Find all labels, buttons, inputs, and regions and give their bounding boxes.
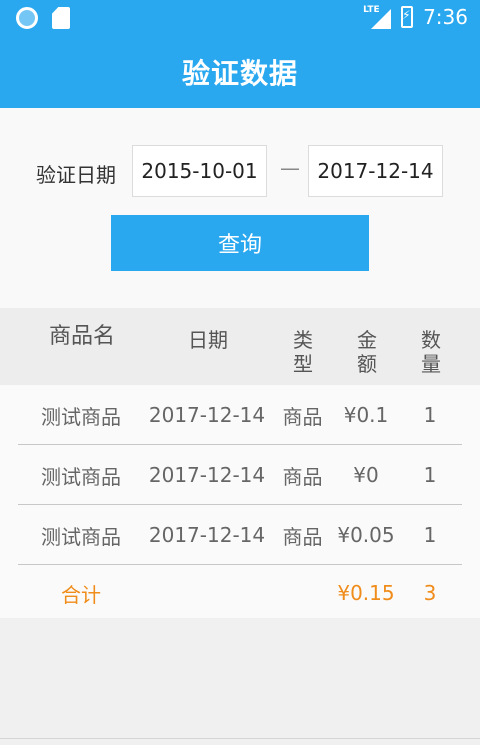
cell-quantity: 1 [423, 403, 437, 427]
table-body: 测试商品 2017-12-14 商品 ¥0.1 1 测试商品 2017-12-1… [0, 385, 480, 618]
total-row: 合计 ¥0.15 3 [0, 565, 480, 618]
cell-product-name: 测试商品 [41, 464, 121, 489]
table-row[interactable]: 测试商品 2017-12-14 商品 ¥0.05 1 [0, 505, 480, 565]
cell-type: 商品 [282, 404, 323, 429]
cell-date: 2017-12-14 [148, 523, 266, 547]
total-quantity: 3 [423, 581, 437, 605]
cell-date: 2017-12-14 [148, 463, 266, 487]
table-row[interactable]: 测试商品 2017-12-14 商品 ¥0.1 1 [0, 385, 480, 445]
status-time: 7:36 [423, 5, 468, 29]
bottom-nav-divider [0, 738, 480, 739]
status-left [16, 7, 70, 29]
page-title: 验证数据 [181, 57, 298, 90]
cell-type: 商品 [282, 464, 323, 489]
query-button[interactable]: 查询 [111, 215, 369, 271]
signal-bars-icon [371, 9, 392, 29]
table-row[interactable]: 测试商品 2017-12-14 商品 ¥0 1 [0, 445, 480, 505]
signal-icon: LTE [363, 5, 392, 29]
cell-date: 2017-12-14 [148, 403, 266, 427]
date-range-label: 验证日期 [36, 163, 116, 187]
table-header: 商品名 日期 类型 金额 数量 [0, 308, 480, 385]
cell-amount: ¥0.1 [343, 403, 389, 427]
verification-table: 商品名 日期 类型 金额 数量 测试商品 2017-12-14 商品 ¥0.1 … [0, 308, 480, 618]
cell-amount: ¥0 [353, 463, 379, 487]
header-amount: 金额 [357, 328, 377, 376]
cell-amount: ¥0.05 [337, 523, 395, 547]
total-label: 合计 [61, 582, 101, 607]
empty-area [0, 618, 480, 745]
notification-circle-icon [16, 7, 38, 29]
end-date-field[interactable]: 2017-12-14 [308, 145, 443, 197]
status-bar: LTE 7:36 [0, 0, 480, 36]
app-bar: 验证数据 [0, 36, 480, 108]
cell-quantity: 1 [423, 523, 437, 547]
date-separator: — [280, 156, 300, 180]
cell-type: 商品 [282, 524, 323, 549]
cell-product-name: 测试商品 [41, 404, 121, 429]
battery-charging-icon [401, 6, 414, 28]
header-product-name: 商品名 [48, 324, 115, 349]
status-right: LTE 7:36 [363, 5, 468, 29]
sd-card-icon [52, 7, 70, 29]
date-filter-panel [0, 108, 480, 308]
cell-quantity: 1 [423, 463, 437, 487]
total-amount: ¥0.15 [337, 581, 395, 605]
header-date: 日期 [188, 328, 228, 352]
header-quantity: 数量 [421, 328, 441, 376]
header-type: 类型 [293, 328, 313, 376]
cell-product-name: 测试商品 [41, 524, 121, 549]
start-date-field[interactable]: 2015-10-01 [132, 145, 267, 197]
